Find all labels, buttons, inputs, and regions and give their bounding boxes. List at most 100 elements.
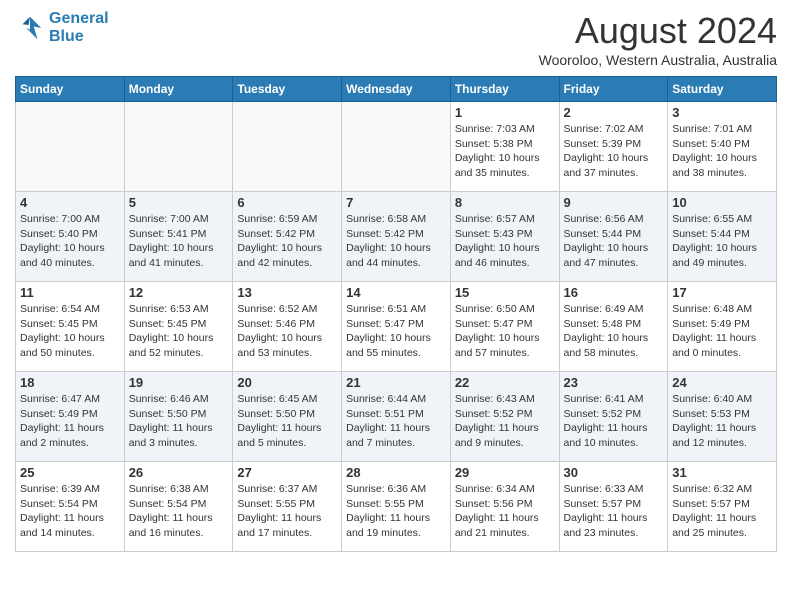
- day-number: 18: [20, 375, 120, 390]
- day-info: Sunrise: 6:32 AM Sunset: 5:57 PM Dayligh…: [672, 482, 772, 541]
- day-info: Sunrise: 6:37 AM Sunset: 5:55 PM Dayligh…: [237, 482, 337, 541]
- weekday-header: Thursday: [450, 77, 559, 102]
- logo-text-general: General: [49, 10, 109, 27]
- calendar-cell: 14 Sunrise: 6:51 AM Sunset: 5:47 PM Dayli…: [342, 282, 451, 372]
- calendar-cell: 15 Sunrise: 6:50 AM Sunset: 5:47 PM Dayli…: [450, 282, 559, 372]
- calendar-cell: 3 Sunrise: 7:01 AM Sunset: 5:40 PM Daylig…: [668, 102, 777, 192]
- weekday-header: Tuesday: [233, 77, 342, 102]
- day-info: Sunrise: 6:50 AM Sunset: 5:47 PM Dayligh…: [455, 302, 555, 361]
- calendar-cell: [124, 102, 233, 192]
- day-info: Sunrise: 6:51 AM Sunset: 5:47 PM Dayligh…: [346, 302, 446, 361]
- day-info: Sunrise: 7:01 AM Sunset: 5:40 PM Dayligh…: [672, 122, 772, 181]
- calendar-cell: 7 Sunrise: 6:58 AM Sunset: 5:42 PM Daylig…: [342, 192, 451, 282]
- day-number: 20: [237, 375, 337, 390]
- calendar-cell: [233, 102, 342, 192]
- day-number: 12: [129, 285, 229, 300]
- day-number: 14: [346, 285, 446, 300]
- calendar-cell: [342, 102, 451, 192]
- calendar-cell: 22 Sunrise: 6:43 AM Sunset: 5:52 PM Dayli…: [450, 372, 559, 462]
- day-number: 3: [672, 105, 772, 120]
- calendar-cell: 2 Sunrise: 7:02 AM Sunset: 5:39 PM Daylig…: [559, 102, 668, 192]
- day-number: 29: [455, 465, 555, 480]
- day-number: 2: [564, 105, 664, 120]
- day-info: Sunrise: 6:58 AM Sunset: 5:42 PM Dayligh…: [346, 212, 446, 271]
- day-info: Sunrise: 6:33 AM Sunset: 5:57 PM Dayligh…: [564, 482, 664, 541]
- calendar-cell: 9 Sunrise: 6:56 AM Sunset: 5:44 PM Daylig…: [559, 192, 668, 282]
- day-number: 11: [20, 285, 120, 300]
- calendar-cell: 21 Sunrise: 6:44 AM Sunset: 5:51 PM Dayli…: [342, 372, 451, 462]
- calendar-cell: 12 Sunrise: 6:53 AM Sunset: 5:45 PM Dayli…: [124, 282, 233, 372]
- day-number: 17: [672, 285, 772, 300]
- day-info: Sunrise: 6:48 AM Sunset: 5:49 PM Dayligh…: [672, 302, 772, 361]
- day-info: Sunrise: 6:49 AM Sunset: 5:48 PM Dayligh…: [564, 302, 664, 361]
- calendar-week-row: 4 Sunrise: 7:00 AM Sunset: 5:40 PM Daylig…: [16, 192, 777, 282]
- day-info: Sunrise: 6:46 AM Sunset: 5:50 PM Dayligh…: [129, 392, 229, 451]
- day-number: 19: [129, 375, 229, 390]
- day-info: Sunrise: 6:56 AM Sunset: 5:44 PM Dayligh…: [564, 212, 664, 271]
- day-number: 6: [237, 195, 337, 210]
- calendar-cell: 25Sunrise: 6:39 AM Sunset: 5:54 PM Dayli…: [16, 462, 125, 552]
- day-info: Sunrise: 6:38 AM Sunset: 5:54 PM Dayligh…: [129, 482, 229, 541]
- calendar-week-row: 18 Sunrise: 6:47 AM Sunset: 5:49 PM Dayli…: [16, 372, 777, 462]
- calendar-cell: 31 Sunrise: 6:32 AM Sunset: 5:57 PM Dayli…: [668, 462, 777, 552]
- calendar-week-row: 11 Sunrise: 6:54 AM Sunset: 5:45 PM Dayli…: [16, 282, 777, 372]
- day-number: 16: [564, 285, 664, 300]
- calendar-cell: 23 Sunrise: 6:41 AM Sunset: 5:52 PM Dayli…: [559, 372, 668, 462]
- calendar-cell: 17 Sunrise: 6:48 AM Sunset: 5:49 PM Dayli…: [668, 282, 777, 372]
- weekday-header: Wednesday: [342, 77, 451, 102]
- weekday-header: Saturday: [668, 77, 777, 102]
- calendar-table: SundayMondayTuesdayWednesdayThursdayFrid…: [15, 76, 777, 552]
- day-info: Sunrise: 7:02 AM Sunset: 5:39 PM Dayligh…: [564, 122, 664, 181]
- logo-text-blue: Blue: [49, 28, 109, 46]
- calendar-cell: 1Sunrise: 7:03 AM Sunset: 5:38 PM Daylig…: [450, 102, 559, 192]
- day-number: 15: [455, 285, 555, 300]
- day-info: Sunrise: 6:54 AM Sunset: 5:45 PM Dayligh…: [20, 302, 120, 361]
- day-info: Sunrise: 6:53 AM Sunset: 5:45 PM Dayligh…: [129, 302, 229, 361]
- day-info: Sunrise: 7:00 AM Sunset: 5:41 PM Dayligh…: [129, 212, 229, 271]
- calendar-cell: 27Sunrise: 6:37 AM Sunset: 5:55 PM Dayli…: [233, 462, 342, 552]
- calendar-cell: 13 Sunrise: 6:52 AM Sunset: 5:46 PM Dayli…: [233, 282, 342, 372]
- day-number: 7: [346, 195, 446, 210]
- calendar-cell: 19 Sunrise: 6:46 AM Sunset: 5:50 PM Dayli…: [124, 372, 233, 462]
- calendar-cell: [16, 102, 125, 192]
- day-number: 9: [564, 195, 664, 210]
- day-info: Sunrise: 7:00 AM Sunset: 5:40 PM Dayligh…: [20, 212, 120, 271]
- calendar-cell: 30 Sunrise: 6:33 AM Sunset: 5:57 PM Dayli…: [559, 462, 668, 552]
- day-number: 1: [455, 105, 555, 120]
- day-info: Sunrise: 6:47 AM Sunset: 5:49 PM Dayligh…: [20, 392, 120, 451]
- day-number: 10: [672, 195, 772, 210]
- calendar-cell: 8 Sunrise: 6:57 AM Sunset: 5:43 PM Daylig…: [450, 192, 559, 282]
- day-info: Sunrise: 6:55 AM Sunset: 5:44 PM Dayligh…: [672, 212, 772, 271]
- weekday-header: Sunday: [16, 77, 125, 102]
- calendar-week-row: 25Sunrise: 6:39 AM Sunset: 5:54 PM Dayli…: [16, 462, 777, 552]
- day-number: 23: [564, 375, 664, 390]
- weekday-header: Friday: [559, 77, 668, 102]
- day-number: 8: [455, 195, 555, 210]
- calendar-cell: 4 Sunrise: 7:00 AM Sunset: 5:40 PM Daylig…: [16, 192, 125, 282]
- day-info: Sunrise: 6:41 AM Sunset: 5:52 PM Dayligh…: [564, 392, 664, 451]
- logo-icon: [15, 13, 45, 43]
- title-block: August 2024 Wooroloo, Western Australia,…: [539, 10, 777, 68]
- calendar-week-row: 1Sunrise: 7:03 AM Sunset: 5:38 PM Daylig…: [16, 102, 777, 192]
- day-info: Sunrise: 6:39 AM Sunset: 5:54 PM Dayligh…: [20, 482, 120, 541]
- page-header: General Blue August 2024 Wooroloo, Weste…: [15, 10, 777, 68]
- day-number: 13: [237, 285, 337, 300]
- day-number: 28: [346, 465, 446, 480]
- day-info: Sunrise: 6:45 AM Sunset: 5:50 PM Dayligh…: [237, 392, 337, 451]
- day-number: 26: [129, 465, 229, 480]
- day-info: Sunrise: 6:57 AM Sunset: 5:43 PM Dayligh…: [455, 212, 555, 271]
- calendar-cell: 5Sunrise: 7:00 AM Sunset: 5:41 PM Daylig…: [124, 192, 233, 282]
- day-number: 30: [564, 465, 664, 480]
- calendar-cell: 16 Sunrise: 6:49 AM Sunset: 5:48 PM Dayli…: [559, 282, 668, 372]
- weekday-header-row: SundayMondayTuesdayWednesdayThursdayFrid…: [16, 77, 777, 102]
- day-number: 22: [455, 375, 555, 390]
- day-number: 31: [672, 465, 772, 480]
- month-title: August 2024: [539, 10, 777, 52]
- day-number: 4: [20, 195, 120, 210]
- day-number: 24: [672, 375, 772, 390]
- day-info: Sunrise: 6:43 AM Sunset: 5:52 PM Dayligh…: [455, 392, 555, 451]
- day-info: Sunrise: 6:44 AM Sunset: 5:51 PM Dayligh…: [346, 392, 446, 451]
- calendar-cell: 24Sunrise: 6:40 AM Sunset: 5:53 PM Dayli…: [668, 372, 777, 462]
- day-info: Sunrise: 6:52 AM Sunset: 5:46 PM Dayligh…: [237, 302, 337, 361]
- day-number: 21: [346, 375, 446, 390]
